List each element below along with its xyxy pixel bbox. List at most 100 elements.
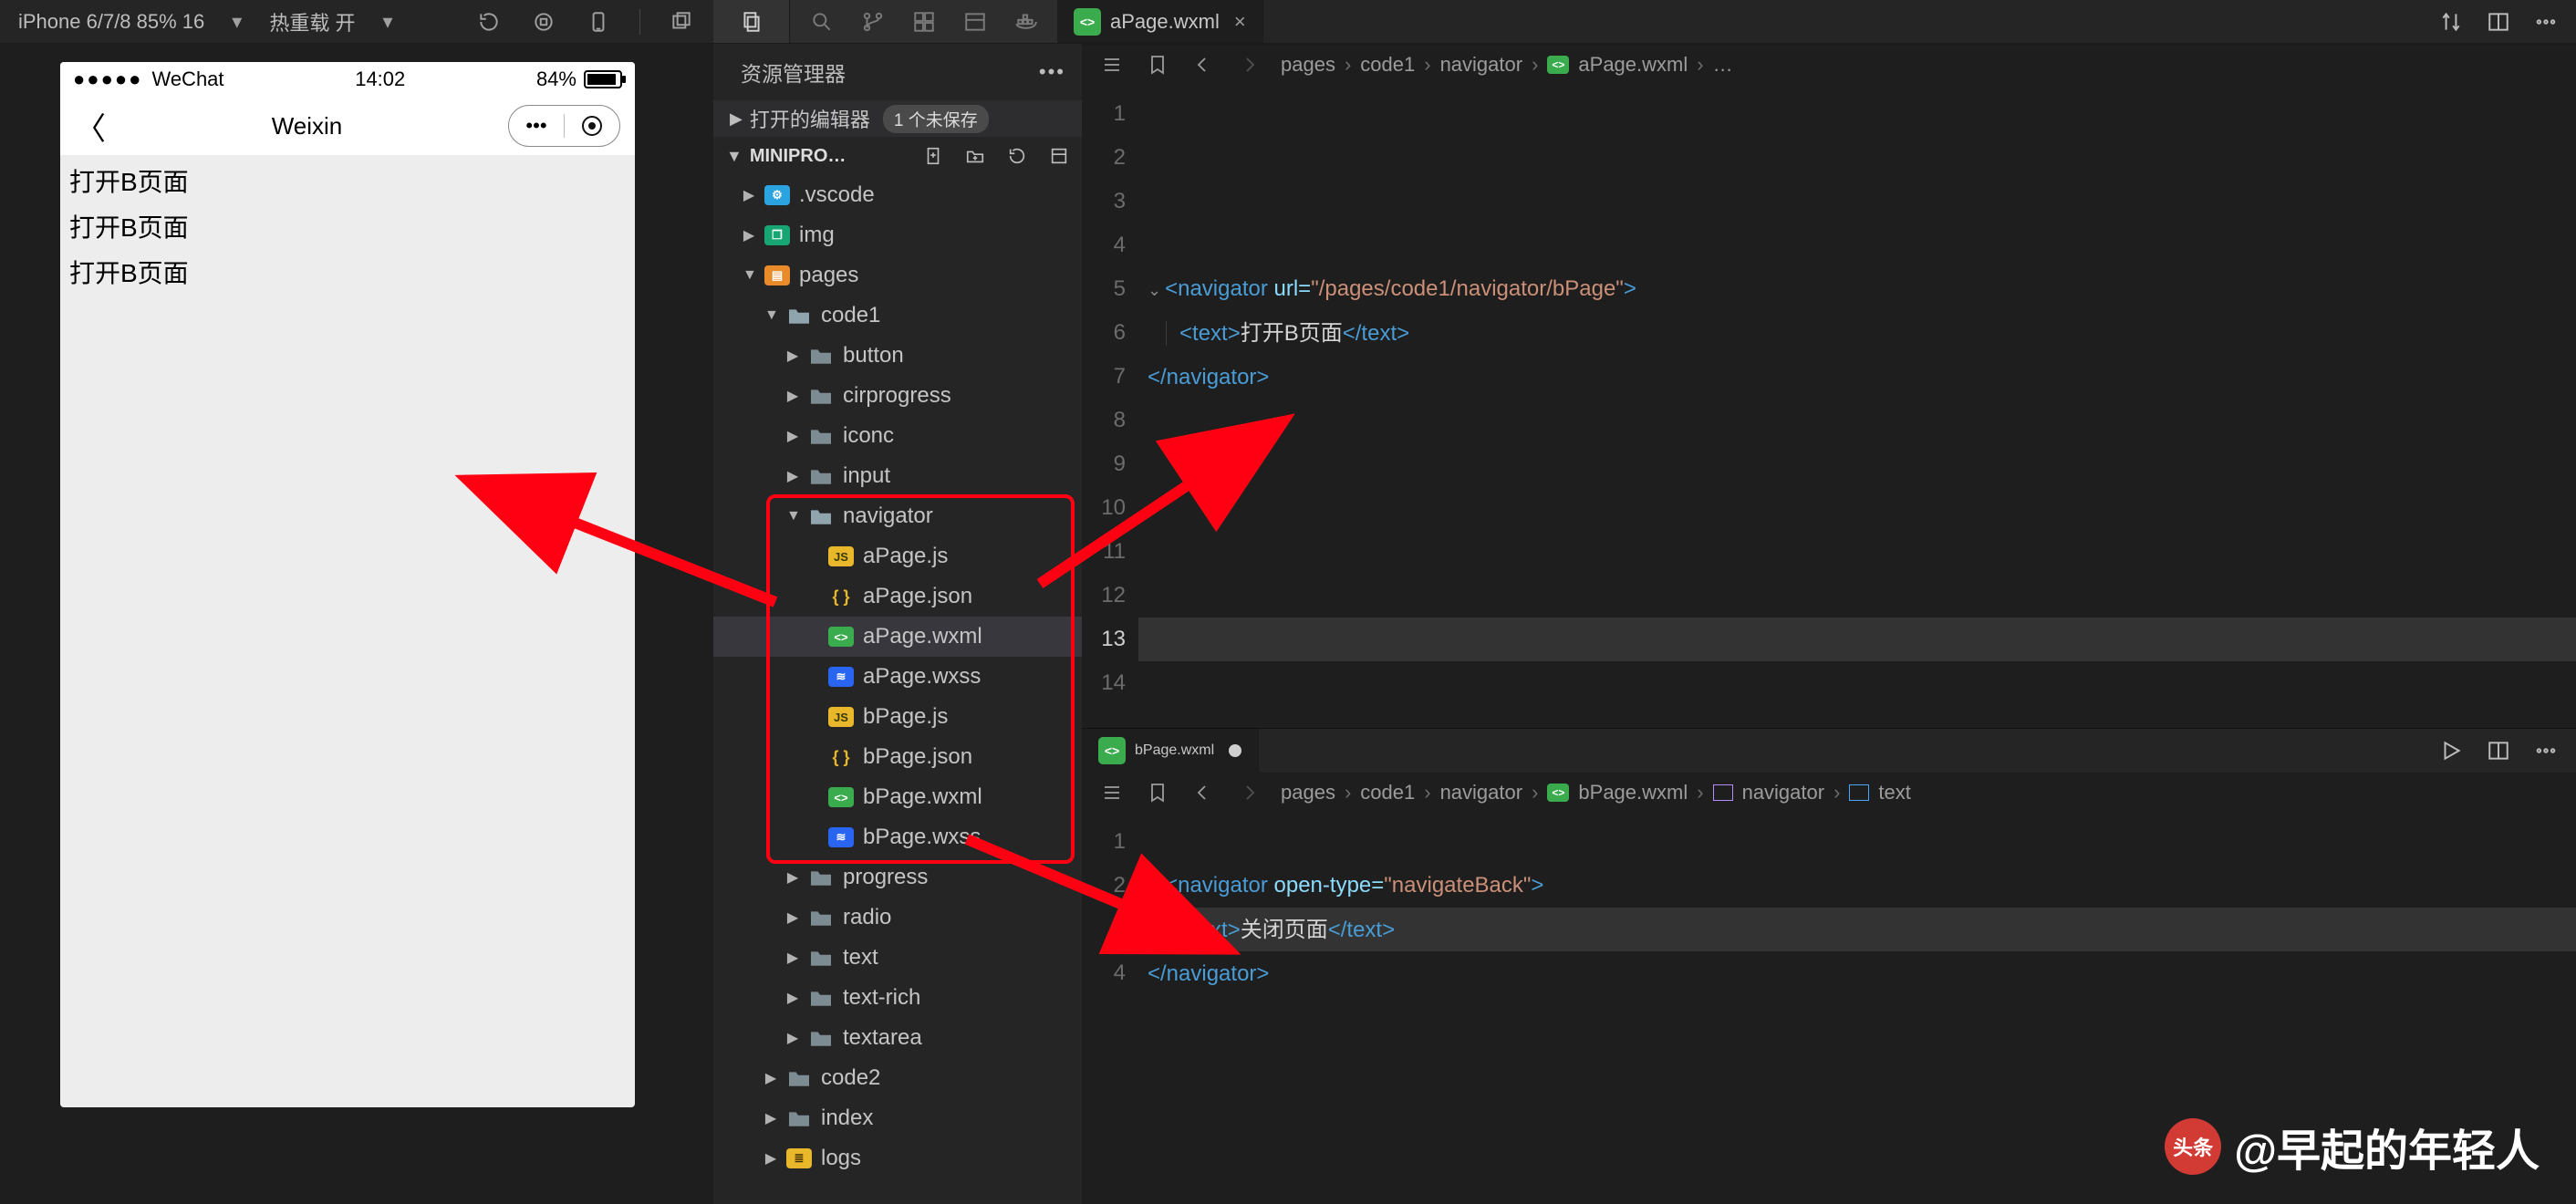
more-icon[interactable] xyxy=(2532,737,2560,764)
tabs-right-tools xyxy=(2421,0,2576,43)
device-label[interactable]: iPhone 6/7/8 85% 16 xyxy=(18,10,204,34)
signal-dots: ●●●●● xyxy=(73,67,142,91)
json-icon: { } xyxy=(828,747,854,767)
pane-b-body[interactable]: 12 34 ⌄<navigator open-type="navigateBac… xyxy=(1082,813,2576,1204)
simulator-toolbar: iPhone 6/7/8 85% 16▾ 热重载 开▾ xyxy=(0,0,713,43)
search-icon[interactable] xyxy=(808,8,836,36)
folder-vscode[interactable]: ▶⚙.vscode xyxy=(713,175,1082,215)
stop-icon[interactable] xyxy=(530,8,557,36)
split-icon[interactable] xyxy=(2485,8,2512,36)
compare-icon[interactable] xyxy=(2437,8,2465,36)
file-bpage-js[interactable]: JSbPage.js xyxy=(713,697,1082,737)
folder-index[interactable]: ▶index xyxy=(713,1098,1082,1138)
dirty-indicator xyxy=(1229,744,1241,757)
folder-text[interactable]: ▶text xyxy=(713,938,1082,978)
folder-textarea[interactable]: ▶textarea xyxy=(713,1018,1082,1058)
folder-icon xyxy=(808,867,834,887)
folder-logs[interactable]: ▶≣logs xyxy=(713,1138,1082,1178)
breadcrumb[interactable]: pages› code1› navigator› <> aPage.wxml› … xyxy=(1281,53,1733,77)
close-icon[interactable]: × xyxy=(1234,10,1246,34)
file-apage-js[interactable]: JSaPage.js xyxy=(713,536,1082,576)
list-icon[interactable] xyxy=(1098,51,1126,78)
layout-icon[interactable] xyxy=(961,8,989,36)
line-gutter: 12 34 xyxy=(1082,813,1138,1204)
file-apage-wxss[interactable]: ≋aPage.wxss xyxy=(713,657,1082,697)
docker-icon[interactable] xyxy=(1013,8,1040,36)
folder-progress[interactable]: ▶progress xyxy=(713,857,1082,898)
folder-navigator[interactable]: ▼navigator xyxy=(713,496,1082,536)
project-name: MINIPRO… xyxy=(750,146,847,167)
folder-pages[interactable]: ▼▤pages xyxy=(713,255,1082,296)
tab-apage[interactable]: <> aPage.wxml × xyxy=(1057,0,1263,43)
line-gutter: 1234 5678 9101112 1314 xyxy=(1082,85,1138,728)
nav-fwd-icon[interactable] xyxy=(1235,51,1262,78)
wxml-icon: <> xyxy=(1547,56,1569,74)
editor-area: pages› code1› navigator› <> aPage.wxml› … xyxy=(1082,44,2576,1204)
page-line[interactable]: 打开B页面 xyxy=(69,254,626,290)
hot-reload-label[interactable]: 热重载 开 xyxy=(269,7,355,36)
phone-statusbar: ●●●●● WeChat 14:02 84% xyxy=(60,62,635,97)
bookmark-icon[interactable] xyxy=(1144,779,1171,806)
tab-label: aPage.wxml xyxy=(1110,10,1220,34)
folder-iconc[interactable]: ▶iconc xyxy=(713,416,1082,456)
run-icon[interactable] xyxy=(2437,737,2465,764)
more-icon[interactable]: ••• xyxy=(1039,60,1065,84)
folder-code2[interactable]: ▶code2 xyxy=(713,1058,1082,1098)
open-editors-section[interactable]: ▶ 打开的编辑器 1 个未保存 xyxy=(713,100,1082,137)
folder-radio[interactable]: ▶radio xyxy=(713,898,1082,938)
main-split: ●●●●● WeChat 14:02 84% 〈 Weixin ••• xyxy=(0,44,2576,1204)
file-bpage-json[interactable]: { }bPage.json xyxy=(713,737,1082,777)
clock: 14:02 xyxy=(355,67,405,91)
page-line[interactable]: 打开B页面 xyxy=(69,208,626,244)
folder-icon: ⚙ xyxy=(764,185,790,205)
file-apage-json[interactable]: { }aPage.json xyxy=(713,576,1082,617)
refresh-icon[interactable] xyxy=(1003,142,1031,170)
folder-icon xyxy=(808,1028,834,1048)
phone-icon[interactable] xyxy=(585,8,612,36)
nav-back-icon[interactable] xyxy=(1189,51,1217,78)
files-icon[interactable] xyxy=(738,8,765,36)
bookmark-icon[interactable] xyxy=(1144,51,1171,78)
new-file-icon[interactable] xyxy=(919,142,947,170)
extensions-icon[interactable] xyxy=(910,8,938,36)
more-icon[interactable] xyxy=(2532,8,2560,36)
folder-input[interactable]: ▶input xyxy=(713,456,1082,496)
wxss-icon: ≋ xyxy=(828,827,854,847)
folder-cirprogress[interactable]: ▶cirprogress xyxy=(713,376,1082,416)
folder-icon xyxy=(808,386,834,406)
capsule-menu[interactable]: ••• xyxy=(509,114,564,138)
folder-button[interactable]: ▶button xyxy=(713,336,1082,376)
folder-icon xyxy=(808,466,834,486)
multiwindow-icon[interactable] xyxy=(668,8,695,36)
wxml-icon: <> xyxy=(828,627,854,647)
pane-b-tools xyxy=(2421,729,2576,773)
refresh-icon[interactable] xyxy=(475,8,503,36)
chevron-right-icon: ▶ xyxy=(730,109,743,129)
list-icon[interactable] xyxy=(1098,779,1126,806)
folder-img[interactable]: ▶❐img xyxy=(713,215,1082,255)
pane-a-body[interactable]: 1234 5678 9101112 1314 ⌄<navigator url="… xyxy=(1082,85,2576,728)
split-icon[interactable] xyxy=(2485,737,2512,764)
code-lines[interactable]: ⌄<navigator open-type="navigateBack"> <t… xyxy=(1138,813,2576,1204)
git-branch-icon[interactable] xyxy=(859,8,887,36)
folder-text-rich[interactable]: ▶text-rich xyxy=(713,978,1082,1018)
tab-label: bPage.wxml xyxy=(1135,742,1214,759)
explorer-title: 资源管理器 xyxy=(741,57,846,88)
unsaved-badge: 1 个未保存 xyxy=(883,105,989,133)
page-line[interactable]: 打开B页面 xyxy=(69,162,626,199)
folder-code1[interactable]: ▼code1 xyxy=(713,296,1082,336)
file-tree[interactable]: ▶⚙.vscode ▶❐img ▼▤pages ▼code1 ▶button ▶… xyxy=(713,175,1082,1204)
collapse-all-icon[interactable] xyxy=(1045,142,1073,170)
file-bpage-wxml[interactable]: <>bPage.wxml xyxy=(713,777,1082,817)
breadcrumb[interactable]: pages› code1› navigator› <> bPage.wxml› … xyxy=(1281,781,1911,804)
tab-bpage[interactable]: <> bPage.wxml xyxy=(1082,729,1259,773)
file-bpage-wxss[interactable]: ≋bPage.wxss xyxy=(713,817,1082,857)
code-lines[interactable]: ⌄<navigator url="/pages/code1/navigator/… xyxy=(1138,85,2576,728)
back-button[interactable]: 〈 xyxy=(75,104,106,149)
new-folder-icon[interactable] xyxy=(961,142,989,170)
capsule-close[interactable] xyxy=(565,116,619,136)
project-section[interactable]: ▼ MINIPRO… xyxy=(713,137,1082,175)
nav-fwd-icon[interactable] xyxy=(1235,779,1262,806)
nav-back-icon[interactable] xyxy=(1189,779,1217,806)
file-apage-wxml[interactable]: <>aPage.wxml xyxy=(713,617,1082,657)
